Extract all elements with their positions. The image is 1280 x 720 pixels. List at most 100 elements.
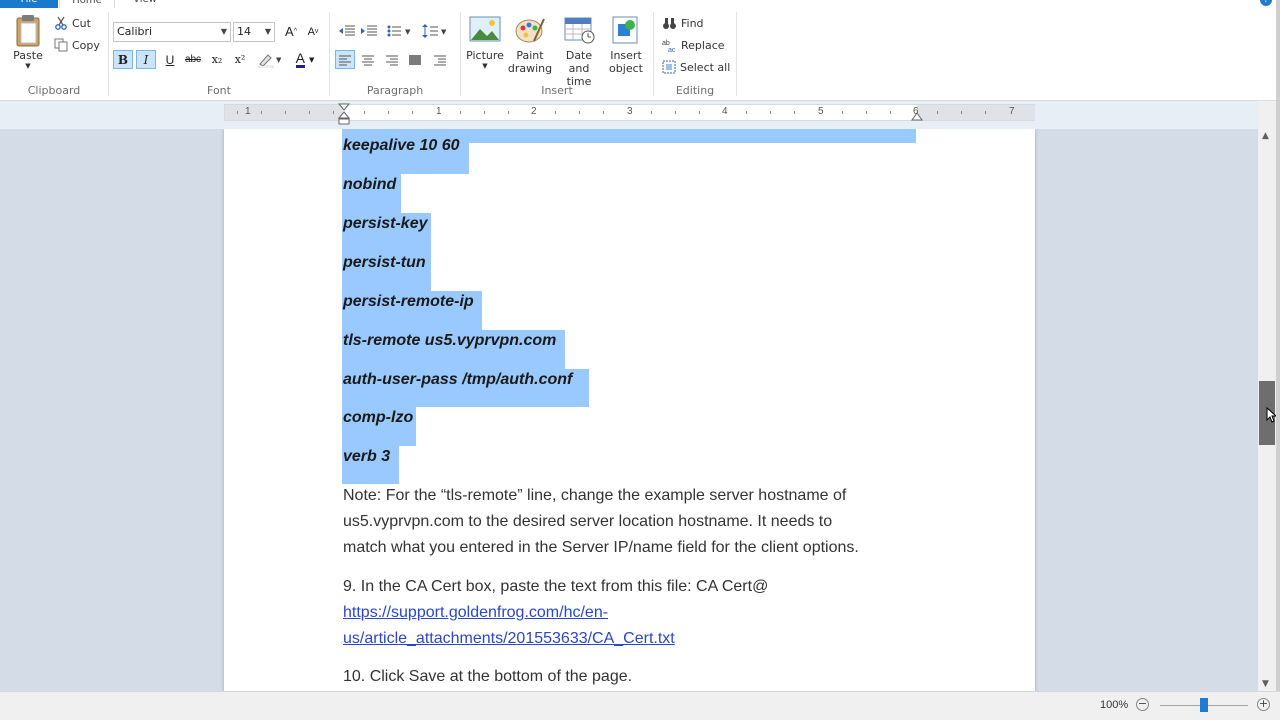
config-line[interactable]: comp-lzo <box>343 409 413 427</box>
note-line[interactable]: Note: For the “tls-remote” line, change … <box>343 487 846 505</box>
scroll-up-icon[interactable]: ▲ <box>1262 131 1269 141</box>
replace-label: Replace <box>681 38 725 52</box>
svg-text:ac: ac <box>668 47 676 52</box>
config-line[interactable]: verb 3 <box>343 448 390 466</box>
justify-icon <box>409 54 421 65</box>
left-indent-marker-icon[interactable] <box>338 103 350 125</box>
insert-object-label-1: Insert <box>610 49 642 62</box>
align-left-button[interactable] <box>335 50 355 69</box>
date-time-label-1: Date and <box>565 49 593 75</box>
ruler-number: 1 <box>245 106 251 117</box>
svg-text:▼: ▼ <box>276 56 282 64</box>
picture-button[interactable]: Picture ▼ <box>463 16 507 70</box>
increase-indent-icon[interactable] <box>360 24 378 38</box>
font-color-button[interactable]: A ▼ <box>290 50 320 69</box>
ruler-tick <box>842 111 843 114</box>
tab-file[interactable]: File <box>0 0 58 8</box>
config-line[interactable]: persist-tun <box>343 254 426 272</box>
config-line[interactable]: auth-user-pass /tmp/auth.conf <box>343 371 572 389</box>
tab-view[interactable]: View <box>120 0 170 8</box>
font-size-select[interactable]: 14 ▼ <box>233 22 275 42</box>
paint-drawing-button[interactable]: Paint drawing <box>507 16 553 75</box>
bullet-list-icon[interactable]: ▼ <box>386 24 414 38</box>
cut-button[interactable]: Cut <box>54 13 91 33</box>
grow-font-button[interactable]: A ^ <box>281 22 301 41</box>
font-family-select[interactable]: Calibri ▼ <box>113 22 231 42</box>
ruler-tick <box>985 111 986 114</box>
align-right-button[interactable] <box>382 50 402 69</box>
paragraph-group-label: Paragraph <box>366 84 424 97</box>
ruler-tick <box>555 111 556 114</box>
insert-object-button[interactable]: Insert object <box>604 16 648 75</box>
config-line[interactable]: persist-remote-ip <box>343 293 474 311</box>
highlighter-button[interactable]: ▼ <box>256 50 284 69</box>
help-icon[interactable]: ? <box>1260 0 1272 6</box>
select-all-button[interactable]: Select all <box>662 57 730 77</box>
cut-label: Cut <box>72 16 91 30</box>
chevron-down-icon: ▼ <box>308 55 315 64</box>
zoom-in-button[interactable]: + <box>1257 698 1270 711</box>
line-spacing-icon[interactable]: ▼ <box>422 23 450 39</box>
copy-button[interactable]: Copy <box>54 35 100 55</box>
ruler-tick <box>460 111 461 114</box>
step9-text[interactable]: 9. In the CA Cert box, paste the text fr… <box>343 578 768 596</box>
note-line[interactable]: us5.vyprvpn.com to the desired server lo… <box>343 513 832 531</box>
status-bar: 100% − + <box>0 691 1280 720</box>
date-time-button[interactable]: Date and time <box>554 16 604 88</box>
copy-label: Copy <box>72 38 100 52</box>
svg-text:▼: ▼ <box>405 28 411 36</box>
paragraph-settings-button[interactable] <box>430 50 450 69</box>
config-line[interactable]: nobind <box>343 176 396 194</box>
ruler[interactable]: 1 1 2 3 4 5 6 7 <box>224 103 1035 125</box>
justify-button[interactable] <box>405 50 425 69</box>
insert-object-icon <box>612 16 638 44</box>
ruler-tick <box>285 111 286 114</box>
document-area[interactable] <box>0 129 1258 691</box>
scissors-icon <box>55 16 67 30</box>
ruler-tick <box>937 111 938 114</box>
ruler-tick <box>412 111 413 114</box>
copy-icon <box>54 38 68 52</box>
ruler-tick <box>699 111 700 114</box>
config-line[interactable]: tls-remote us5.vyprvpn.com <box>343 332 556 350</box>
ruler-number: 2 <box>531 106 537 117</box>
step10-text[interactable]: 10. Click Save at the bottom of the page… <box>343 668 632 686</box>
decrease-indent-icon[interactable] <box>338 24 356 38</box>
highlighter-icon: ▼ <box>258 53 282 68</box>
clipboard-group-label: Clipboard <box>27 84 81 97</box>
subscript-button[interactable]: x₂ <box>207 50 227 69</box>
ruler-number: 4 <box>722 106 728 117</box>
config-line[interactable]: keepalive 10 60 <box>343 137 460 155</box>
find-label: Find <box>681 16 704 30</box>
picture-icon <box>469 16 501 42</box>
ca-cert-link[interactable]: https://support.goldenfrog.com/hc/en- <box>343 604 608 622</box>
ca-cert-link[interactable]: us/article_attachments/201553633/CA_Cert… <box>343 630 675 648</box>
ruler-number: 7 <box>1009 106 1015 117</box>
superscript-button[interactable]: x² <box>230 50 250 69</box>
config-line[interactable]: persist-key <box>343 215 428 233</box>
italic-button[interactable]: I <box>136 50 156 69</box>
zoom-out-button[interactable]: − <box>1136 698 1149 711</box>
ruler-tick <box>675 111 676 114</box>
right-indent-marker-icon[interactable] <box>911 112 923 122</box>
chevron-down-icon: ▼ <box>220 27 227 36</box>
zoom-level: 100% <box>1100 699 1129 711</box>
paragraph-settings-icon <box>434 55 446 65</box>
strikethrough-button[interactable]: abc <box>183 50 203 69</box>
tab-home[interactable]: Home <box>59 0 115 8</box>
replace-icon: ab ac <box>662 40 676 52</box>
align-center-button[interactable] <box>358 50 378 69</box>
shrink-font-button[interactable]: Av <box>303 22 323 41</box>
replace-button[interactable]: ab ac Replace <box>662 35 725 55</box>
zoom-slider-thumb[interactable] <box>1200 698 1208 712</box>
note-line[interactable]: match what you entered in the Server IP/… <box>343 539 859 557</box>
underline-button[interactable]: U <box>160 50 180 69</box>
paste-button[interactable]: Paste ▼ <box>10 14 46 70</box>
scroll-down-icon[interactable]: ▼ <box>1262 679 1269 689</box>
find-button[interactable]: Find <box>662 13 704 33</box>
bold-button[interactable]: B <box>113 50 133 69</box>
ruler-tick <box>770 111 771 114</box>
svg-text:ab: ab <box>662 40 670 47</box>
ruler-tick <box>237 111 238 114</box>
font-color-letter: A <box>295 49 305 68</box>
